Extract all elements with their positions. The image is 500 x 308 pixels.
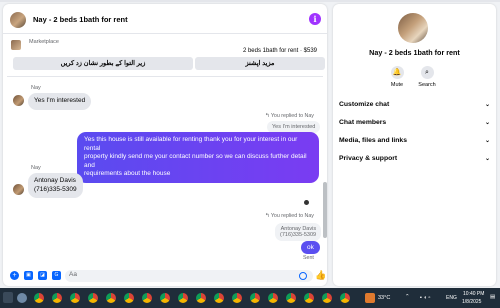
outgoing-message[interactable]: Yes this house is still available for re… — [77, 132, 319, 183]
reply-indicator: ↰ You replied to Nay — [265, 213, 314, 219]
avatar[interactable] — [398, 13, 428, 43]
composer: + ▣ ◪ G Aa 👍 — [3, 266, 327, 286]
listing-price[interactable]: 2 beds 1bath for rent · $539 — [243, 48, 317, 54]
message-line: (716)335-5309 — [34, 185, 77, 193]
message-input[interactable]: Aa — [65, 270, 313, 282]
chrome-icon[interactable] — [322, 293, 332, 303]
listing-thumbnail[interactable] — [11, 40, 21, 50]
tray-icons[interactable]: ▪ ◖ ▫ — [420, 295, 430, 301]
search-icon: ⌕ — [420, 66, 434, 79]
mark-pending-button[interactable]: زیر التوا کے بطور نشان زد کریں — [13, 57, 193, 70]
incoming-message[interactable]: Yes I'm interested — [28, 93, 92, 110]
chrome-icon[interactable] — [196, 293, 206, 303]
customize-chat-row[interactable]: Customize chat ⌄ — [339, 101, 490, 115]
message-placeholder: Aa — [69, 271, 77, 278]
image-icon[interactable]: ▣ — [24, 271, 33, 280]
marketplace-label: Marketplace — [29, 39, 59, 45]
notifications-icon[interactable]: ▤ — [490, 294, 495, 300]
chrome-icon[interactable] — [304, 293, 314, 303]
chat-window: Nay - 2 beds 1bath for rent i Marketplac… — [3, 4, 327, 286]
mute-button[interactable]: 🔔 Mute — [382, 66, 412, 88]
mute-label: Mute — [390, 82, 404, 88]
search-label: Search — [418, 82, 436, 88]
chrome-icon[interactable] — [340, 293, 350, 303]
info-icon[interactable]: i — [309, 13, 321, 25]
taskbar-app-icon[interactable] — [17, 293, 27, 303]
gif-icon[interactable]: G — [52, 271, 61, 280]
scrollbar[interactable] — [323, 182, 327, 238]
outgoing-message[interactable]: ok — [301, 241, 320, 254]
row-label: Privacy & support — [339, 155, 398, 162]
avatar[interactable] — [10, 12, 26, 28]
chrome-icon[interactable] — [52, 293, 62, 303]
privacy-support-row[interactable]: Privacy & support ⌄ — [339, 155, 490, 169]
chrome-icon[interactable] — [106, 293, 116, 303]
sender-avatar[interactable] — [13, 95, 24, 106]
emoji-icon[interactable] — [299, 272, 307, 280]
sent-status: Sent — [303, 255, 314, 261]
reply-quote: Antonay Davis (716)335-5309 — [275, 223, 322, 241]
panel-title: Nay - 2 beds 1bath for rent — [369, 48, 460, 57]
thumbs-up-icon[interactable]: 👍 — [315, 270, 326, 281]
chevron-down-icon: ⌄ — [484, 120, 490, 126]
chrome-icon[interactable] — [88, 293, 98, 303]
conversation-details-panel: Nay - 2 beds 1bath for rent 🔔 Mute ⌕ Sea… — [333, 4, 496, 286]
row-label: Chat members — [339, 119, 387, 126]
clock-date[interactable]: 1/8/2025 — [462, 299, 481, 305]
chat-title[interactable]: Nay - 2 beds 1bath for rent — [33, 15, 128, 24]
bell-icon: 🔔 — [390, 66, 404, 79]
typing-dot — [304, 200, 309, 205]
plus-icon[interactable]: + — [10, 271, 19, 280]
chevron-down-icon: ⌄ — [484, 138, 490, 144]
divider — [7, 76, 323, 77]
chrome-icon[interactable] — [124, 293, 134, 303]
message-line: Yes this house is still available for re… — [84, 136, 298, 152]
chrome-icon[interactable] — [142, 293, 152, 303]
clock-time[interactable]: 10:40 PM — [463, 291, 484, 297]
marketplace-listing: Marketplace 2 beds 1bath for rent · $539… — [7, 35, 325, 77]
sender-name: Nay — [31, 165, 41, 171]
media-files-row[interactable]: Media, files and links ⌄ — [339, 137, 490, 151]
tray-chevron-icon[interactable]: ⌃ — [405, 294, 410, 300]
chat-header: Nay - 2 beds 1bath for rent i — [3, 4, 327, 34]
sender-name: Nay — [31, 85, 41, 91]
weather-icon[interactable] — [365, 293, 375, 303]
chrome-icon[interactable] — [160, 293, 170, 303]
chat-members-row[interactable]: Chat members ⌄ — [339, 119, 490, 133]
chrome-icon[interactable] — [70, 293, 80, 303]
incoming-message[interactable]: Antonay Davis (716)335-5309 — [28, 173, 83, 198]
taskbar: 33°C ⌃ ▪ ◖ ▫ ENG 10:40 PM 1/8/2025 ▤ — [0, 288, 500, 308]
message-line: Antonay Davis — [34, 177, 76, 184]
language-indicator[interactable]: ENG — [446, 295, 457, 301]
message-line: property kindly send me your contact num… — [84, 153, 307, 169]
message-line: requirements about the house — [84, 170, 171, 177]
browser-edge — [0, 0, 500, 2]
row-label: Media, files and links — [339, 137, 407, 144]
chrome-icon[interactable] — [214, 293, 224, 303]
chevron-down-icon: ⌄ — [484, 156, 490, 162]
more-options-button[interactable]: مزید اپشنز — [195, 57, 325, 70]
chevron-down-icon: ⌄ — [484, 102, 490, 108]
quote-line: (716)335-5309 — [280, 232, 317, 238]
sticker-icon[interactable]: ◪ — [38, 271, 47, 280]
chrome-icon[interactable] — [250, 293, 260, 303]
row-label: Customize chat — [339, 101, 390, 108]
temperature[interactable]: 33°C — [378, 295, 390, 301]
search-button[interactable]: ⌕ Search — [412, 66, 442, 88]
chrome-icon[interactable] — [268, 293, 278, 303]
chrome-icon[interactable] — [232, 293, 242, 303]
start-icon[interactable] — [3, 292, 13, 303]
reply-indicator: ↰ You replied to Nay — [265, 113, 314, 119]
chrome-icon[interactable] — [286, 293, 296, 303]
sender-avatar[interactable] — [13, 184, 24, 195]
chrome-icon[interactable] — [178, 293, 188, 303]
chrome-icon[interactable] — [34, 293, 44, 303]
